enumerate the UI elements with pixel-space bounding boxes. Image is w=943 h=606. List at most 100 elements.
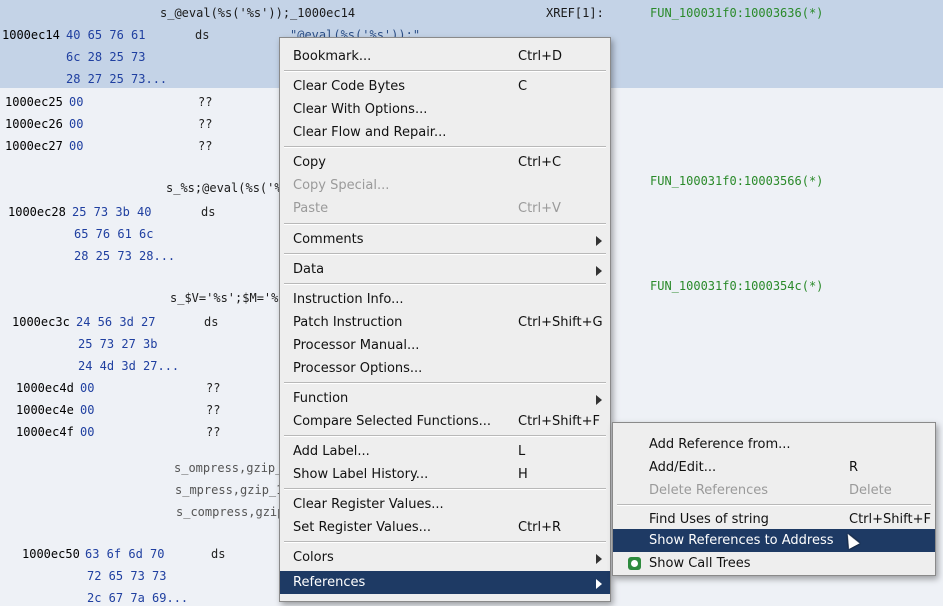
menu-label: Add Label... <box>293 444 370 459</box>
submenu-item-show-references-to-address[interactable]: Show References to Address <box>613 529 935 552</box>
menu-item-clear-flow[interactable]: Clear Flow and Repair... <box>280 121 610 144</box>
menu-label: Show Label History... <box>293 467 429 482</box>
menu-item-clear-with-options[interactable]: Clear With Options... <box>280 98 610 121</box>
menu-label: Colors <box>293 550 334 565</box>
menu-separator <box>284 541 606 543</box>
menu-label: Processor Manual... <box>293 338 420 353</box>
address[interactable]: 1000ec26 <box>5 117 63 131</box>
label-top[interactable]: s_@eval(%s('%s'));_1000ec14 <box>160 6 355 20</box>
bytes: 25 73 3b 40 <box>72 205 152 219</box>
address[interactable]: 1000ec28 <box>8 205 66 219</box>
menu-label: Show Call Trees <box>649 556 751 571</box>
mouse-cursor-icon <box>842 531 860 549</box>
menu-label: Copy <box>293 155 326 170</box>
menu-item-clear-register-values[interactable]: Clear Register Values... <box>280 493 610 516</box>
menu-separator <box>284 146 606 148</box>
bytes: 00 <box>69 139 84 153</box>
address[interactable]: 1000ec14 <box>2 28 60 42</box>
menu-shortcut: H <box>518 467 528 482</box>
menu-item-data[interactable]: Data <box>280 258 610 281</box>
bytes: 40 65 76 61 <box>66 28 146 42</box>
menu-label: Find Uses of string <box>649 512 769 527</box>
menu-shortcut: Ctrl+D <box>518 49 563 64</box>
label[interactable]: s_mpress,gzip_10 <box>175 483 291 497</box>
menu-separator <box>284 223 606 225</box>
menu-shortcut: C <box>518 79 528 94</box>
address[interactable]: 1000ec4f <box>16 425 74 439</box>
menu-label: Comments <box>293 232 364 247</box>
xref-link-1[interactable]: FUN_100031f0:10003636(*) <box>650 6 823 20</box>
mnemonic: ?? <box>198 95 213 109</box>
menu-item-references[interactable]: References <box>280 571 610 594</box>
menu-label: Add/Edit... <box>649 460 717 475</box>
bytes: 00 <box>80 381 95 395</box>
menu-label: Clear Code Bytes <box>293 79 406 94</box>
bytes: 00 <box>69 95 84 109</box>
mnemonic: ds <box>211 547 226 561</box>
address[interactable]: 1000ec3c <box>12 315 70 329</box>
menu-shortcut: Ctrl+Shift+G <box>518 315 603 330</box>
mnemonic: ?? <box>198 139 213 153</box>
address[interactable]: 1000ec50 <box>22 547 80 561</box>
menu-shortcut: R <box>849 460 859 475</box>
context-menu: Bookmark... Ctrl+D Clear Code Bytes C Clea… <box>279 37 611 602</box>
menu-item-function[interactable]: Function <box>280 387 610 410</box>
menu-item-set-register-values[interactable]: Set Register Values... Ctrl+R <box>280 516 610 539</box>
mnemonic: ds <box>201 205 216 219</box>
menu-shortcut: Ctrl+Shift+F <box>849 512 931 527</box>
menu-label: References <box>293 575 366 590</box>
menu-item-colors[interactable]: Colors <box>280 546 610 569</box>
menu-label: Add Reference from... <box>649 437 791 452</box>
menu-separator <box>284 382 606 384</box>
bytes: 2c 67 7a 69... <box>87 591 189 605</box>
menu-label: Clear Flow and Repair... <box>293 125 447 140</box>
xref-link-3[interactable]: FUN_100031f0:1000354c(*) <box>650 279 823 293</box>
menu-item-instruction-info[interactable]: Instruction Info... <box>280 288 610 311</box>
submenu-arrow-icon <box>596 236 602 246</box>
menu-label: Bookmark... <box>293 49 372 64</box>
menu-item-show-label-history[interactable]: Show Label History... H <box>280 463 610 486</box>
menu-item-copy[interactable]: Copy Ctrl+C <box>280 151 610 174</box>
address[interactable]: 1000ec27 <box>5 139 63 153</box>
menu-label: Set Register Values... <box>293 520 432 535</box>
address[interactable]: 1000ec25 <box>5 95 63 109</box>
submenu-item-add-reference-from[interactable]: Add Reference from... <box>613 433 935 456</box>
submenu-item-show-call-trees[interactable]: Show Call Trees <box>613 552 935 575</box>
menu-item-comments[interactable]: Comments <box>280 228 610 251</box>
menu-label: Paste <box>293 201 329 216</box>
menu-label: Patch Instruction <box>293 315 403 330</box>
submenu-arrow-icon <box>596 579 602 589</box>
references-submenu: Add Reference from... Add/Edit... R Delet… <box>612 422 936 576</box>
menu-item-processor-manual[interactable]: Processor Manual... <box>280 334 610 357</box>
bytes: 00 <box>80 403 95 417</box>
menu-item-patch-instruction[interactable]: Patch Instruction Ctrl+Shift+G <box>280 311 610 334</box>
menu-item-processor-options[interactable]: Processor Options... <box>280 357 610 380</box>
call-tree-icon <box>628 557 641 570</box>
menu-item-bookmark[interactable]: Bookmark... Ctrl+D <box>280 45 610 68</box>
mnemonic: ?? <box>206 403 221 417</box>
address[interactable]: 1000ec4e <box>16 403 74 417</box>
menu-label: Clear With Options... <box>293 102 428 117</box>
mnemonic: ?? <box>198 117 213 131</box>
label[interactable]: s_%s;@eval(%s('%s <box>166 181 289 195</box>
menu-item-compare-functions[interactable]: Compare Selected Functions... Ctrl+Shift+… <box>280 410 610 433</box>
menu-shortcut: Delete <box>849 483 892 498</box>
bytes: 28 25 73 28... <box>74 249 176 263</box>
bytes: 28 27 25 73... <box>66 72 168 86</box>
bytes: 24 56 3d 27 <box>76 315 156 329</box>
menu-separator <box>617 504 931 506</box>
submenu-arrow-icon <box>596 554 602 564</box>
submenu-item-find-uses[interactable]: Find Uses of string Ctrl+Shift+F <box>613 508 935 531</box>
submenu-item-add-edit[interactable]: Add/Edit... R <box>613 456 935 479</box>
mnemonic: ds <box>195 28 210 42</box>
menu-label: Delete References <box>649 483 769 498</box>
menu-item-clear-code-bytes[interactable]: Clear Code Bytes C <box>280 75 610 98</box>
label[interactable]: s_$V='%s';$M='%s <box>170 291 286 305</box>
label[interactable]: s_ompress,gzip_1 <box>174 461 290 475</box>
menu-item-paste: Paste Ctrl+V <box>280 197 610 220</box>
address[interactable]: 1000ec4d <box>16 381 74 395</box>
menu-shortcut: Ctrl+Shift+F <box>518 414 600 429</box>
menu-item-add-label[interactable]: Add Label... L <box>280 440 610 463</box>
xref-link-2[interactable]: FUN_100031f0:10003566(*) <box>650 174 823 188</box>
bytes: 65 76 61 6c <box>74 227 154 241</box>
